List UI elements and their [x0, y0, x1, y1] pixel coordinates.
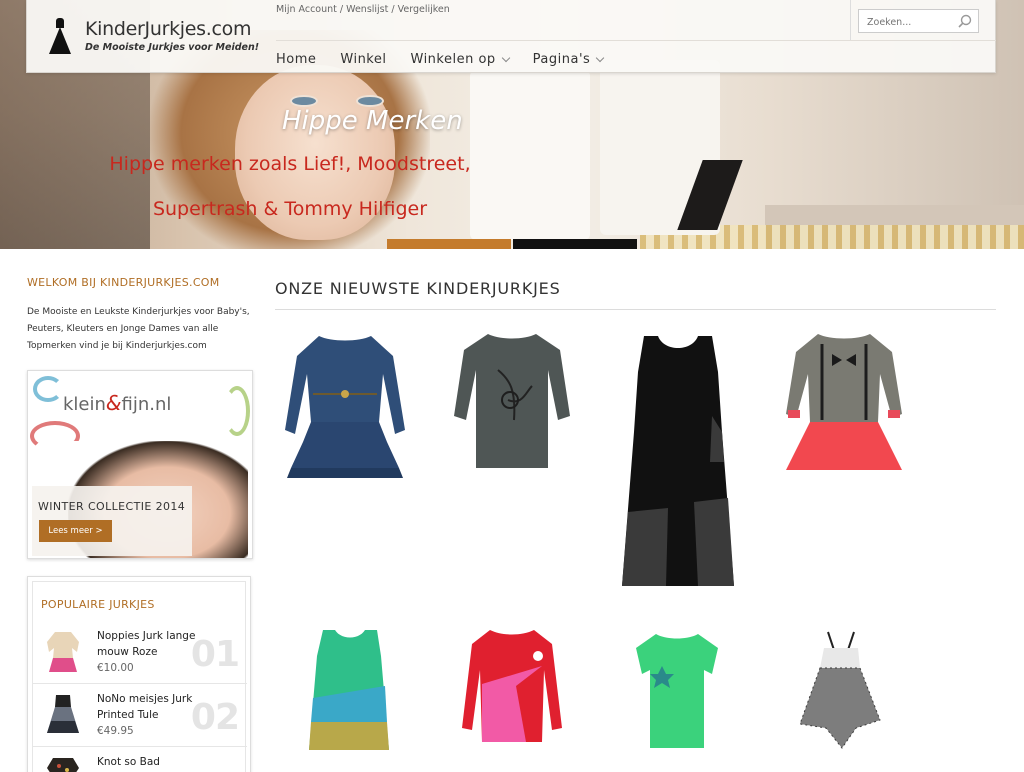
product-image-colorblock-dress[interactable] [305, 626, 395, 756]
nav-divider [276, 40, 996, 41]
product-card[interactable] [796, 628, 886, 753]
product-card[interactable] [283, 330, 408, 480]
welcome-title: WELKOM BIJ KINDERJURKJES.COM [27, 276, 220, 289]
dress-logo-icon [49, 18, 71, 54]
popular-list: POPULAIRE JURKJES Noppies Jurk lange mou… [32, 581, 247, 772]
nav-item-winkelen-op[interactable]: Winkelen op [410, 52, 510, 67]
product-image-red-pink-dress[interactable] [460, 626, 565, 746]
nav-item-paginas[interactable]: Pagina's [532, 52, 605, 67]
main-section-title: ONZE NIEUWSTE KINDERJURKJES [275, 279, 561, 298]
site-header: KinderJurkjes.com De Mooiste Jurkjes voo… [26, 0, 996, 73]
search-input[interactable] [859, 11, 949, 34]
product-image-grey-dress[interactable] [452, 330, 572, 475]
product-image-leopard-dress[interactable] [796, 628, 886, 753]
search-box[interactable] [858, 9, 979, 34]
product-card[interactable] [618, 332, 738, 592]
hero-subtitle-line: Supertrash & Tommy Hilfiger [152, 198, 428, 220]
promo-banner[interactable]: klein&fijn.nl WINTER COLLECTIE 2014 Lees… [27, 370, 253, 559]
logo-tagline: De Mooiste Jurkjes voor Meiden! [85, 42, 260, 53]
chevron-down-icon [596, 53, 605, 62]
product-thumbnail[interactable] [41, 628, 85, 674]
account-links[interactable]: Mijn Account / Wenslijst / Vergelijken [276, 4, 450, 15]
popular-title: POPULAIRE JURKJES [41, 598, 155, 611]
product-card[interactable] [460, 626, 565, 746]
hero-background-clothes [470, 70, 590, 240]
logo-text: KinderJurkjes.com De Mooiste Jurkjes voo… [85, 18, 259, 53]
hero-subtitle: Hippe merken zoals Lief!, Moodstreet, Su… [100, 142, 480, 232]
product-card[interactable] [305, 626, 395, 756]
promo-caption: WINTER COLLECTIE 2014 Lees meer > [32, 486, 192, 556]
popular-item[interactable]: Noppies Jurk lange mouw Roze €10.00 01 [33, 622, 247, 684]
main-nav: Home Winkel Winkelen op Pagina's [276, 52, 627, 67]
product-image-blue-dress[interactable] [283, 330, 408, 480]
promo-caption-title: WINTER COLLECTIE 2014 [38, 500, 186, 513]
chevron-down-icon [501, 53, 510, 62]
slider-dot[interactable] [513, 239, 637, 249]
product-image-green-dress[interactable] [632, 630, 722, 755]
logo-name: KinderJurkjes.com [85, 18, 252, 40]
product-image-grey-red-dress[interactable] [782, 330, 907, 480]
slider-dot-active[interactable] [387, 239, 511, 249]
hero-subtitle-line: Hippe merken zoals Lief!, Moodstreet, [109, 153, 471, 175]
popular-item-info: Knot so Bad [97, 754, 207, 770]
product-card[interactable] [452, 330, 572, 475]
nav-item-winkel[interactable]: Winkel [340, 52, 386, 67]
promo-logo-part: fijn.nl [121, 394, 172, 415]
popular-item-rank: 02 [190, 697, 240, 738]
popular-item-rank: 01 [190, 634, 240, 675]
decorative-swirl [33, 376, 63, 402]
product-card[interactable] [782, 330, 907, 480]
site-logo[interactable]: KinderJurkjes.com De Mooiste Jurkjes voo… [49, 18, 259, 54]
welcome-text: De Mooiste en Leukste Kinderjurkjes voor… [27, 307, 250, 351]
decorative-swirl [224, 386, 250, 436]
read-more-button[interactable]: Lees meer > [39, 520, 112, 542]
search-icon[interactable] [958, 14, 972, 28]
main-divider [275, 309, 996, 310]
promo-logo-part: klein [63, 394, 106, 415]
product-thumbnail[interactable] [41, 691, 85, 737]
popular-item[interactable]: NoNo meisjes Jurk Printed Tule €49.95 02 [33, 685, 247, 747]
nav-item-home[interactable]: Home [276, 52, 316, 67]
header-divider [850, 0, 851, 40]
promo-logo-amp: & [105, 391, 122, 415]
promo-logo: klein&fijn.nl [63, 391, 171, 415]
product-thumbnail[interactable] [41, 754, 85, 772]
nav-item-label: Winkel [340, 52, 387, 67]
nav-item-label: Pagina's [532, 52, 591, 67]
hero-title: Hippe Merken [282, 106, 463, 136]
popular-item[interactable]: Knot so Bad [33, 748, 247, 772]
slider-pagination[interactable] [387, 239, 637, 249]
nav-item-label: Winkelen op [410, 52, 496, 67]
product-image-black-dress[interactable] [618, 332, 738, 592]
product-card[interactable] [632, 630, 722, 755]
popular-item-name[interactable]: Knot so Bad [97, 754, 207, 770]
nav-item-label: Home [276, 52, 317, 67]
popular-dresses-widget: POPULAIRE JURKJES Noppies Jurk lange mou… [27, 576, 251, 772]
